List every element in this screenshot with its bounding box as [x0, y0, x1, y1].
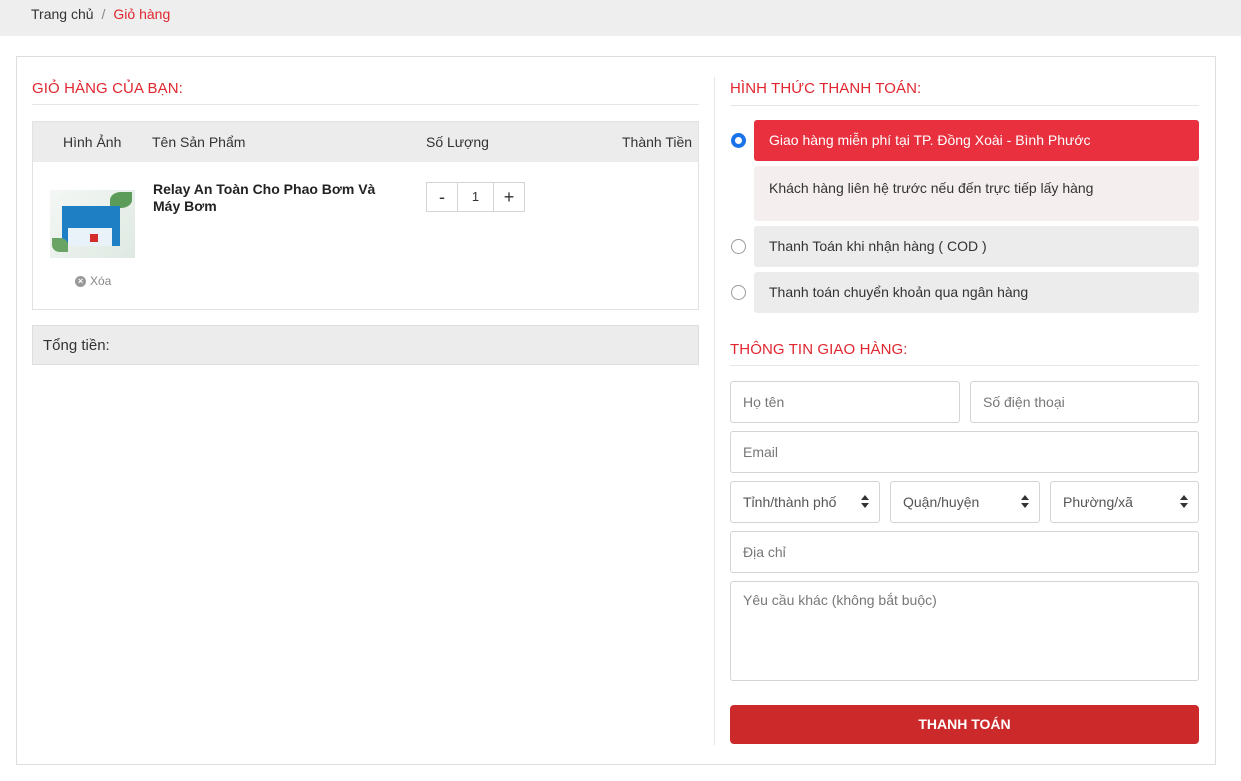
payment-radio-free-delivery[interactable] — [731, 133, 746, 148]
phone-input[interactable] — [971, 382, 1198, 422]
quantity-input[interactable]: 1 — [458, 183, 493, 211]
cart-total-label: Tổng tiền: — [43, 337, 110, 354]
payment-option-free-delivery[interactable]: Giao hàng miễn phí tại TP. Đồng Xoài - B… — [730, 120, 1199, 161]
payment-option-note: Khách hàng liên hệ trước nếu đến trực ti… — [754, 166, 1199, 221]
notes-field[interactable] — [730, 581, 1199, 681]
payment-title-divider — [730, 105, 1199, 106]
remove-item-button[interactable]: × Xóa — [75, 274, 111, 288]
email-input[interactable] — [731, 432, 1198, 472]
payment-option-label-box[interactable]: Thanh toán chuyển khoản qua ngân hàng — [754, 272, 1199, 313]
payment-option-label-box[interactable]: Giao hàng miễn phí tại TP. Đồng Xoài - B… — [754, 120, 1199, 161]
payment-option-label-box[interactable]: Thanh Toán khi nhận hàng ( COD ) — [754, 226, 1199, 267]
payment-option-label: Thanh Toán khi nhận hàng ( COD ) — [769, 238, 987, 254]
breadcrumb-current: Giỏ hàng — [113, 6, 171, 22]
phone-field[interactable] — [970, 381, 1199, 423]
ward-select[interactable]: Phường/xã — [1050, 481, 1199, 523]
product-thumbnail[interactable] — [50, 190, 135, 258]
payment-radio-bank-transfer[interactable] — [731, 285, 746, 300]
quantity-stepper: - 1 + — [426, 182, 525, 212]
ward-select-value: Phường/xã — [1063, 494, 1133, 510]
cart-total-bar: Tổng tiền: — [32, 325, 699, 365]
payment-option-cod[interactable]: Thanh Toán khi nhận hàng ( COD ) — [730, 226, 1199, 267]
quantity-decrease-button[interactable]: - — [427, 183, 458, 211]
breadcrumb: Trang chủ / Giỏ hàng — [31, 6, 170, 22]
product-name-link[interactable]: Relay An Toàn Cho Phao Bơm Và Máy Bơm — [153, 181, 403, 215]
breadcrumb-bar: Trang chủ / Giỏ hàng — [0, 0, 1241, 36]
sort-caret-icon — [861, 495, 869, 509]
province-select[interactable]: Tỉnh/thành phố — [730, 481, 880, 523]
shipping-title: THÔNG TIN GIAO HÀNG: — [730, 341, 908, 358]
address-field[interactable] — [730, 531, 1199, 573]
breadcrumb-home-link[interactable]: Trang chủ — [31, 6, 94, 22]
checkout-panel: GIỎ HÀNG CỦA BẠN: Hình Ảnh Tên Sản Phẩm … — [16, 56, 1216, 765]
column-header-subtotal: Thành Tiền — [622, 134, 693, 150]
cart-title-divider — [32, 104, 699, 105]
column-divider — [714, 77, 715, 745]
name-input[interactable] — [731, 382, 959, 422]
close-circle-icon: × — [75, 275, 86, 287]
cart-table-header: Hình Ảnh Tên Sản Phẩm Số Lượng Thành Tiề… — [33, 122, 698, 162]
column-header-name: Tên Sản Phẩm — [152, 134, 246, 150]
payment-option-bank-transfer[interactable]: Thanh toán chuyển khoản qua ngân hàng — [730, 272, 1199, 313]
province-select-value: Tỉnh/thành phố — [743, 494, 837, 510]
column-header-image: Hình Ảnh — [63, 134, 122, 150]
payment-title: HÌNH THỨC THANH TOÁN: — [730, 80, 922, 97]
address-input[interactable] — [731, 532, 1198, 572]
payment-option-label: Thanh toán chuyển khoản qua ngân hàng — [769, 284, 1029, 300]
payment-radio-cod[interactable] — [731, 239, 746, 254]
district-select-value: Quận/huyện — [903, 494, 980, 510]
name-field[interactable] — [730, 381, 960, 423]
district-select[interactable]: Quận/huyện — [890, 481, 1040, 523]
payment-option-note-text: Khách hàng liên hệ trước nếu đến trực ti… — [769, 180, 1094, 196]
quantity-increase-button[interactable]: + — [493, 183, 524, 211]
notes-textarea[interactable] — [731, 582, 1198, 680]
column-header-quantity: Số Lượng — [426, 134, 489, 150]
shipping-title-divider — [730, 365, 1199, 366]
sort-caret-icon — [1180, 495, 1188, 509]
checkout-button[interactable]: THANH TOÁN — [730, 705, 1199, 744]
cart-table: Hình Ảnh Tên Sản Phẩm Số Lượng Thành Tiề… — [32, 121, 699, 310]
payment-option-label: Giao hàng miễn phí tại TP. Đồng Xoài - B… — [769, 132, 1091, 148]
email-field[interactable] — [730, 431, 1199, 473]
breadcrumb-separator: / — [101, 6, 106, 22]
sort-caret-icon — [1021, 495, 1029, 509]
cart-title: GIỎ HÀNG CỦA BẠN: — [32, 80, 183, 97]
remove-item-label: Xóa — [90, 274, 112, 288]
